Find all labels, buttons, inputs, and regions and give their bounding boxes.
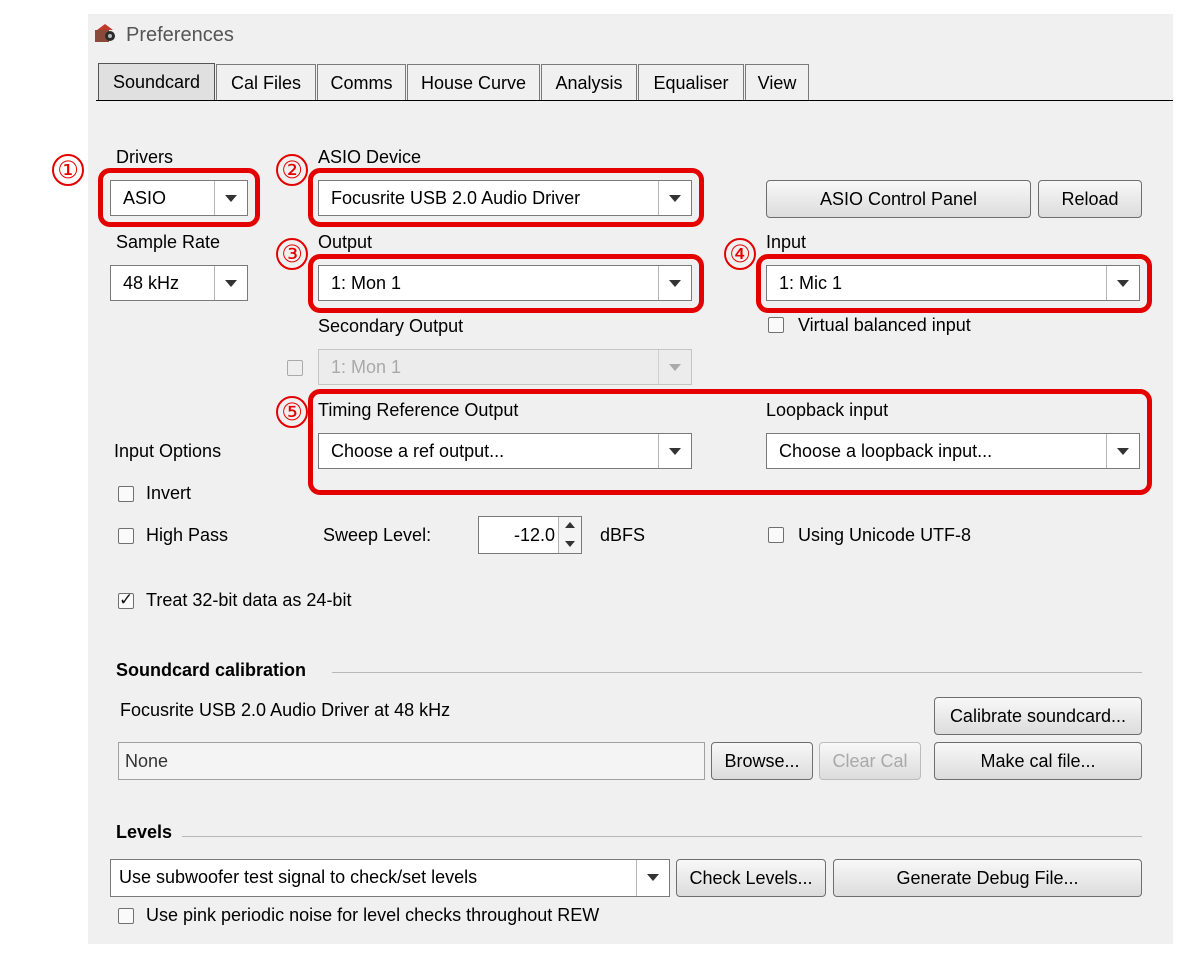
invert-label: Invert — [146, 483, 192, 503]
invert-checkbox[interactable] — [118, 486, 134, 502]
make-cal-file-button[interactable]: Make cal file... — [934, 742, 1142, 780]
calibration-section-title: Soundcard calibration — [116, 660, 307, 680]
sweep-level-value: -12.0 — [513, 525, 555, 545]
spin-down-icon[interactable] — [558, 535, 581, 553]
cal-file-value: None — [125, 751, 169, 771]
annotation-number-4: ④ — [724, 238, 756, 270]
calibration-device-text: Focusrite USB 2.0 Audio Driver at 48 kHz — [120, 700, 451, 720]
tab-view[interactable]: View — [745, 64, 809, 100]
annotation-number-3: ③ — [276, 238, 308, 270]
tab-comms[interactable]: Comms — [317, 64, 406, 100]
generate-debug-file-button[interactable]: Generate Debug File... — [833, 859, 1142, 897]
input-label: Input — [766, 232, 807, 252]
annotation-box-5 — [308, 389, 1152, 495]
virtual-balanced-checkbox[interactable] — [768, 317, 784, 333]
sample-rate-label: Sample Rate — [116, 232, 221, 252]
reload-button[interactable]: Reload — [1038, 180, 1142, 218]
levels-divider — [182, 836, 1142, 837]
pink-noise-label: Use pink periodic noise for level checks… — [146, 905, 600, 925]
treat-32bit-label: Treat 32-bit data as 24-bit — [146, 590, 352, 610]
window-title: Preferences — [126, 24, 234, 46]
secondary-output-checkbox[interactable] — [287, 360, 303, 376]
title-bar: Preferences — [88, 14, 1173, 58]
asio-control-panel-button[interactable]: ASIO Control Panel — [766, 180, 1031, 218]
treat-32bit-checkbox[interactable] — [118, 590, 134, 610]
unicode-label: Using Unicode UTF-8 — [798, 525, 972, 545]
secondary-output-select[interactable]: 1: Mon 1 — [318, 349, 692, 385]
unicode-checkbox[interactable] — [768, 527, 784, 543]
chevron-down-icon — [636, 860, 669, 896]
high-pass-label: High Pass — [146, 525, 229, 545]
pink-noise-checkbox[interactable] — [118, 908, 134, 924]
input-options-label: Input Options — [114, 441, 222, 461]
calibration-divider — [332, 672, 1142, 673]
tab-house-curve[interactable]: House Curve — [407, 64, 540, 100]
secondary-output-value: 1: Mon 1 — [331, 357, 402, 377]
output-label: Output — [318, 232, 373, 252]
browse-button[interactable]: Browse... — [711, 742, 813, 780]
levels-mode-value: Use subwoofer test signal to check/set l… — [119, 867, 478, 887]
annotation-number-2: ② — [276, 154, 308, 186]
annotation-box-3 — [308, 254, 704, 313]
sweep-level-spinner[interactable]: -12.0 — [478, 516, 582, 554]
tab-analysis[interactable]: Analysis — [541, 64, 637, 100]
chevron-down-icon — [214, 266, 247, 300]
high-pass-checkbox[interactable] — [118, 528, 134, 544]
sample-rate-value: 48 kHz — [123, 273, 180, 293]
sweep-level-unit: dBFS — [600, 525, 646, 545]
annotation-box-4 — [756, 254, 1152, 313]
levels-section-title: Levels — [116, 822, 173, 842]
tab-cal-files[interactable]: Cal Files — [216, 64, 316, 100]
annotation-number-1: ① — [52, 154, 84, 186]
drivers-label: Drivers — [116, 147, 173, 167]
sweep-level-label: Sweep Level: — [323, 525, 432, 545]
virtual-balanced-label: Virtual balanced input — [798, 315, 971, 335]
tab-divider — [96, 100, 1173, 101]
annotation-box-2 — [308, 168, 704, 227]
levels-mode-select[interactable]: Use subwoofer test signal to check/set l… — [110, 859, 670, 897]
secondary-output-label: Secondary Output — [318, 316, 464, 336]
annotation-number-5: ⑤ — [276, 396, 308, 428]
spin-up-icon[interactable] — [558, 517, 581, 536]
sample-rate-select[interactable]: 48 kHz — [110, 265, 248, 301]
clear-cal-button[interactable]: Clear Cal — [819, 742, 921, 780]
chevron-down-icon — [658, 350, 691, 384]
cal-file-field[interactable]: None — [118, 742, 705, 780]
annotation-box-1 — [98, 168, 260, 227]
calibrate-soundcard-button[interactable]: Calibrate soundcard... — [934, 697, 1142, 735]
tab-soundcard[interactable]: Soundcard — [98, 63, 215, 101]
app-icon — [95, 24, 115, 42]
tab-equaliser[interactable]: Equaliser — [638, 64, 744, 100]
asio-device-label: ASIO Device — [318, 147, 422, 167]
check-levels-button[interactable]: Check Levels... — [676, 859, 826, 897]
